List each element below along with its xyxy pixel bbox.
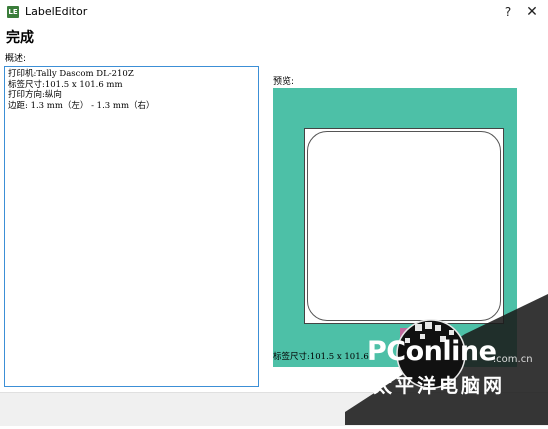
watermark-chinese: 太平洋电脑网 <box>373 375 506 397</box>
preview-label: 预览: <box>273 77 295 87</box>
summary-textbox[interactable]: 打印机:Tally Dascom DL-210Z 标签尺寸:101.5 x 10… <box>4 66 259 387</box>
label-rounded-area <box>307 131 501 321</box>
window-title: LabelEditor <box>25 5 88 18</box>
page-heading: 完成 <box>6 30 34 46</box>
summary-line-margins: 边距: 1.3 mm（左） - 1.3 mm（右） <box>8 100 155 111</box>
summary-line-printer: 打印机:Tally Dascom DL-210Z <box>8 69 134 79</box>
watermark-brand: PConline <box>367 336 497 367</box>
summary-label: 概述: <box>5 54 27 64</box>
watermark-domain: .com.cn <box>493 354 533 365</box>
app-icon: LE <box>7 6 19 18</box>
help-button[interactable]: ? <box>498 2 518 22</box>
summary-line-label-size: 标签尺寸:101.5 x 101.6 mm <box>8 79 123 90</box>
pconline-watermark: PConline .com.cn 太平洋电脑网 <box>345 294 548 425</box>
title-bar: LE LabelEditor ? ✕ <box>0 0 548 24</box>
close-button[interactable]: ✕ <box>520 2 544 22</box>
summary-line-orientation: 打印方向:纵向 <box>8 90 62 100</box>
